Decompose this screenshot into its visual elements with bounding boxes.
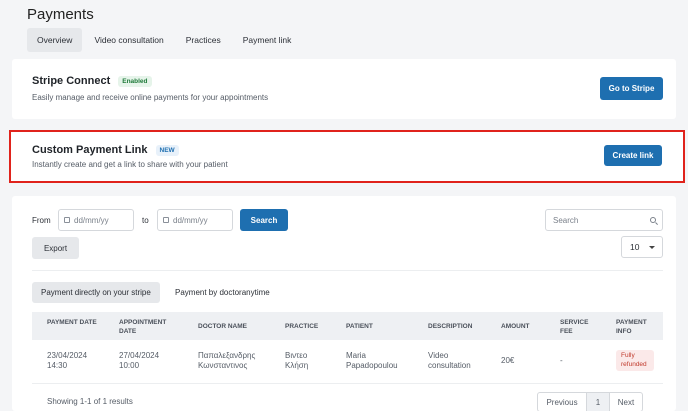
tab-payment-doctoranytime[interactable]: Payment by doctoranytime — [166, 282, 279, 303]
col-service-fee: SERVICE FEE — [560, 319, 589, 335]
col-appointment-date: APPOINTMENT DATE — [119, 319, 167, 335]
create-link-button[interactable]: Create link — [604, 145, 662, 166]
to-date-placeholder: dd/mm/yy — [173, 215, 208, 225]
new-badge: NEW — [155, 144, 179, 156]
divider — [32, 270, 663, 271]
tab-payment-link[interactable]: Payment link — [233, 28, 302, 52]
col-payment-date: PAYMENT DATE — [47, 319, 97, 326]
col-practice: PRACTICE — [285, 323, 319, 330]
cell-patient: Maria Papadopoulou — [346, 351, 398, 370]
to-date-input[interactable]: dd/mm/yy — [157, 209, 233, 231]
page-title: Payments — [27, 6, 94, 23]
pagination: Previous 1 Next — [537, 392, 643, 411]
to-label: to — [142, 216, 149, 225]
tab-practices[interactable]: Practices — [176, 28, 231, 52]
from-date-placeholder: dd/mm/yy — [74, 215, 109, 225]
search-button[interactable]: Search — [240, 209, 288, 231]
custom-payment-link-title: Custom Payment Link — [32, 144, 148, 156]
cell-doctor-name: Παπαλεξανδρης Κωνσταντινος — [198, 351, 256, 370]
cell-amount: 20€ — [501, 356, 515, 365]
search-icon — [650, 217, 656, 223]
col-payment-info: PAYMENT INFO — [616, 319, 647, 335]
results-summary: Showing 1-1 of 1 results — [47, 397, 133, 406]
calendar-icon — [64, 217, 70, 223]
page-size-value: 10 — [630, 242, 640, 252]
payments-list-card: From dd/mm/yy to dd/mm/yy Search Search … — [12, 196, 676, 411]
custom-payment-link-description: Instantly create and get a link to share… — [32, 160, 228, 169]
export-button[interactable]: Export — [32, 237, 79, 259]
col-amount: AMOUNT — [501, 323, 530, 330]
main-tabs: Overview Video consultation Practices Pa… — [27, 28, 303, 52]
tab-overview[interactable]: Overview — [27, 28, 83, 52]
row-divider — [32, 383, 663, 384]
enabled-badge: Enabled — [118, 75, 152, 87]
next-page-button[interactable]: Next — [610, 393, 642, 411]
stripe-connect-title: Stripe Connect — [32, 75, 111, 87]
previous-page-button[interactable]: Previous — [538, 393, 586, 411]
chevron-down-icon — [649, 246, 655, 249]
page-number-button[interactable]: 1 — [586, 393, 610, 411]
col-doctor-name: DOCTOR NAME — [198, 323, 247, 330]
cell-description: Video consultation — [428, 351, 471, 370]
go-to-stripe-button[interactable]: Go to Stripe — [600, 77, 663, 100]
col-description: DESCRIPTION — [428, 323, 473, 330]
cell-payment-date: 23/04/2024 14:30 — [47, 351, 88, 370]
col-patient: PATIENT — [346, 323, 373, 330]
from-date-input[interactable]: dd/mm/yy — [58, 209, 134, 231]
stripe-connect-description: Easily manage and receive online payment… — [32, 93, 269, 102]
cell-practice: Βιντεο Κλήση — [285, 351, 309, 370]
tab-payment-direct-stripe[interactable]: Payment directly on your stripe — [32, 282, 160, 303]
tab-video-consultation[interactable]: Video consultation — [84, 28, 173, 52]
cell-appointment-date: 27/04/2024 10:00 — [119, 351, 160, 370]
page-size-select[interactable]: 10 — [621, 236, 663, 258]
calendar-icon — [163, 217, 169, 223]
stripe-connect-card: Stripe Connect Enabled Easily manage and… — [12, 59, 676, 119]
from-label: From — [32, 216, 51, 225]
refund-status-badge: Fully refunded — [616, 350, 654, 371]
search-placeholder: Search — [553, 215, 579, 225]
cell-service-fee: - — [560, 356, 563, 365]
search-input[interactable]: Search — [545, 209, 663, 231]
custom-payment-link-card: Custom Payment Link NEW Instantly create… — [9, 130, 685, 183]
